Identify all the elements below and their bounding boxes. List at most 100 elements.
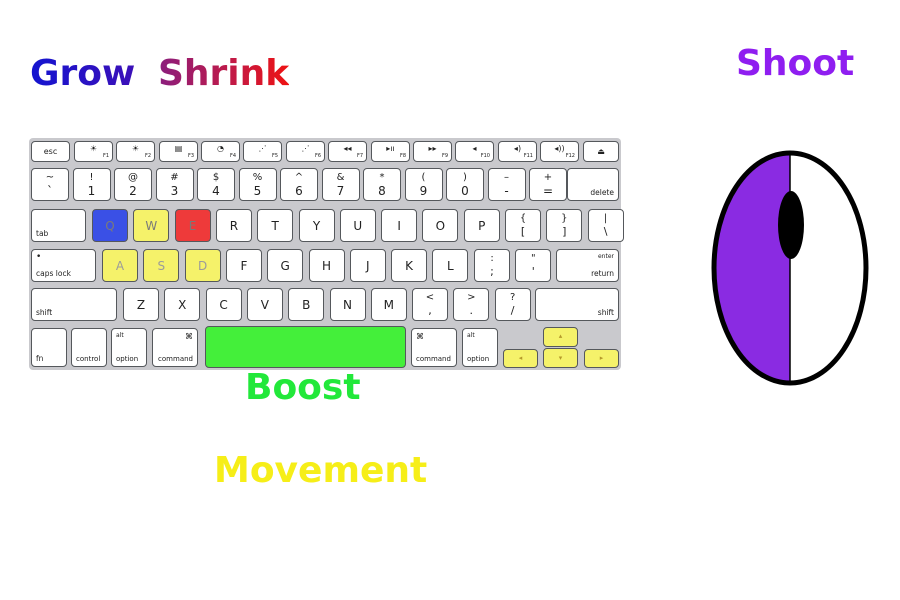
key-k[interactable]: K: [391, 249, 428, 282]
function-key-esc[interactable]: esc: [31, 141, 70, 162]
key-slash[interactable]: ? /: [494, 288, 531, 321]
key-bracket[interactable]: }]: [546, 209, 583, 242]
function-key-f12[interactable]: ◂)) F12: [540, 141, 579, 162]
key-semicolon[interactable]: :;: [474, 249, 510, 282]
key-s[interactable]: S: [143, 249, 180, 282]
tab-key[interactable]: tab: [31, 209, 86, 242]
key-legend: F9: [441, 153, 448, 159]
key-quote[interactable]: " ': [515, 249, 552, 282]
right-command-key[interactable]: ⌘ command: [411, 328, 457, 367]
shoot-label: Shoot: [736, 43, 855, 84]
arrow-right-key[interactable]: ▸: [584, 349, 619, 368]
key-legend: 9: [419, 184, 428, 198]
key-legend: ,: [428, 304, 432, 317]
key-=[interactable]: + =: [529, 168, 567, 201]
key-legend: !: [89, 172, 94, 183]
spacebar-key[interactable]: [205, 326, 406, 368]
grow-label: Grow: [30, 53, 136, 94]
key-m[interactable]: M: [370, 288, 407, 321]
key-legend: F5: [271, 153, 278, 159]
key-legend: esc: [43, 147, 58, 156]
key-v[interactable]: V: [246, 288, 283, 321]
key-t[interactable]: T: [257, 209, 294, 242]
key-1[interactable]: ! 1: [72, 168, 111, 201]
key-5[interactable]: % 5: [238, 168, 277, 201]
key-r[interactable]: R: [215, 209, 252, 242]
key-o[interactable]: O: [422, 209, 459, 242]
key-legend: shift: [36, 308, 53, 317]
fn-key[interactable]: fn: [31, 328, 67, 367]
left-shift-key[interactable]: shift: [31, 288, 117, 321]
key-2[interactable]: @2: [114, 168, 152, 201]
key-0[interactable]: ) 0: [446, 168, 484, 201]
caps-lock-key[interactable]: • caps lock: [31, 249, 96, 282]
right-shift-key[interactable]: shift: [535, 288, 619, 321]
key-legend: T: [271, 219, 279, 233]
arrow-up-key[interactable]: ▴: [543, 327, 578, 347]
key-legend: F3: [187, 153, 194, 159]
key-q[interactable]: Q: [92, 209, 128, 242]
key-p[interactable]: P: [463, 209, 500, 242]
key-h[interactable]: H: [308, 249, 345, 282]
key-legend: ^: [294, 172, 304, 183]
key-c[interactable]: C: [205, 288, 242, 321]
key-legend: ⏏: [597, 147, 605, 156]
key-9[interactable]: (9: [404, 168, 443, 201]
key--[interactable]: – -: [487, 168, 526, 201]
delete-key[interactable]: delete: [567, 168, 619, 201]
key-legend: ": [530, 253, 536, 264]
function-key-f2[interactable]: ☀ F2: [116, 141, 155, 162]
key-a[interactable]: A: [102, 249, 138, 282]
key-period[interactable]: >.: [453, 288, 490, 321]
function-key-f11[interactable]: ◂) F11: [498, 141, 537, 162]
key-3[interactable]: #3: [155, 168, 194, 201]
function-key-f8[interactable]: ▸ıı F8: [371, 141, 410, 162]
key-legend: B: [302, 298, 311, 312]
mouse-right-button: [790, 153, 865, 383]
right-option-key[interactable]: alt option: [462, 328, 498, 367]
key-b[interactable]: B: [288, 288, 325, 321]
key-n[interactable]: N: [329, 288, 366, 321]
left-command-key[interactable]: ⌘ command: [152, 328, 198, 367]
key-u[interactable]: U: [339, 209, 376, 242]
key-legend: R: [229, 219, 239, 233]
key-g[interactable]: G: [267, 249, 304, 282]
key-l[interactable]: L: [432, 249, 469, 282]
function-key-f9[interactable]: ▸▸ F9: [413, 141, 452, 162]
key-w[interactable]: W: [133, 209, 170, 242]
key-legend: 0: [461, 184, 469, 198]
left-option-key[interactable]: alt option: [111, 328, 147, 367]
key-legend: return: [591, 269, 614, 278]
key-bracket[interactable]: {[: [505, 209, 541, 242]
return-key[interactable]: enter return: [556, 249, 619, 282]
function-key-f7[interactable]: ◂◂ F7: [328, 141, 367, 162]
arrow-left-key[interactable]: ◂: [503, 349, 538, 368]
key-`[interactable]: ~ `: [31, 168, 69, 201]
key-x[interactable]: X: [164, 288, 201, 321]
key-z[interactable]: Z: [123, 288, 159, 321]
key-y[interactable]: Y: [298, 209, 335, 242]
key-6[interactable]: ^ 6: [280, 168, 318, 201]
key-comma[interactable]: <,: [412, 288, 448, 321]
function-key-f10[interactable]: ◂ F10: [455, 141, 494, 162]
function-key-eject[interactable]: ⏏: [583, 141, 619, 162]
function-key-f4[interactable]: ◔ F4: [201, 141, 240, 162]
control-key[interactable]: control: [71, 328, 107, 367]
key-e[interactable]: E: [174, 209, 211, 242]
key-legend: –: [504, 172, 509, 183]
key-8[interactable]: * 8: [363, 168, 401, 201]
function-key-f6[interactable]: ⋰ F6: [286, 141, 325, 162]
function-key-f3[interactable]: ▤ F3: [159, 141, 198, 162]
command-icon: ⌘: [416, 332, 424, 341]
key-backslash[interactable]: | \: [587, 209, 624, 242]
key-7[interactable]: & 7: [321, 168, 360, 201]
key-4[interactable]: $4: [197, 168, 235, 201]
key-i[interactable]: I: [381, 209, 418, 242]
function-key-f1[interactable]: ☀ F1: [74, 141, 113, 162]
key-legend: \: [603, 225, 608, 238]
arrow-down-key[interactable]: ▾: [543, 348, 578, 368]
key-f[interactable]: F: [225, 249, 262, 282]
function-key-f5[interactable]: ⋰ F5: [243, 141, 282, 162]
key-j[interactable]: J: [349, 249, 386, 282]
key-d[interactable]: D: [184, 249, 221, 282]
